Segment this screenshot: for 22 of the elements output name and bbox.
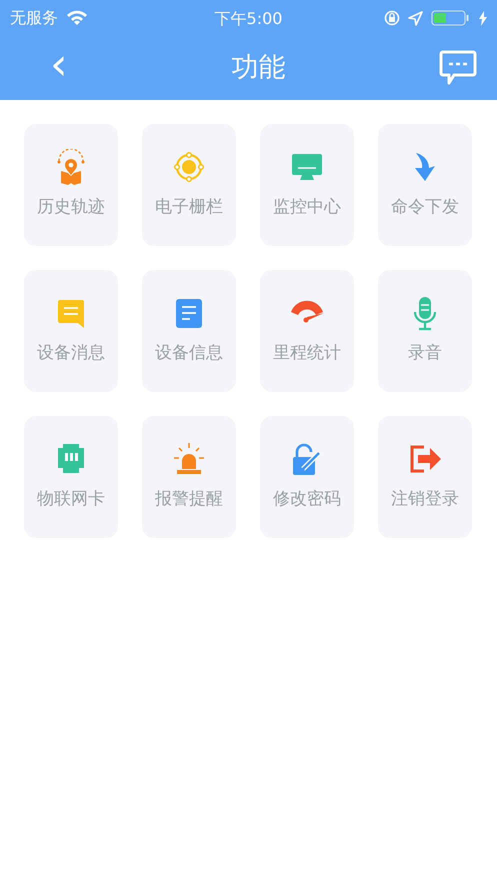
battery-icon <box>431 10 471 26</box>
feature-tile[interactable]: 录音 <box>378 270 472 392</box>
feature-tile[interactable]: 里程统计 <box>260 270 354 392</box>
feature-tile[interactable]: 历史轨迹 <box>24 124 118 246</box>
feature-tile[interactable]: 报警提醒 <box>142 416 236 538</box>
feature-tile[interactable]: 电子栅栏 <box>142 124 236 246</box>
back-button[interactable]: ‹ <box>40 43 78 87</box>
message-button[interactable] <box>438 50 477 86</box>
feature-tile[interactable]: 修改密码 <box>260 416 354 538</box>
rotation-lock-icon <box>384 10 400 26</box>
feature-tile[interactable]: 注销登录 <box>378 416 472 538</box>
clock-text: 下午5:00 <box>214 8 282 30</box>
feature-tile[interactable]: 命令下发 <box>378 124 472 246</box>
location-icon <box>408 10 423 26</box>
feature-tile[interactable]: 监控中心 <box>260 124 354 246</box>
feature-tile[interactable]: 设备消息 <box>24 270 118 392</box>
feature-tile[interactable]: 设备信息 <box>142 270 236 392</box>
feature-tile[interactable]: 物联网卡 <box>24 416 118 538</box>
page-title: 功能 <box>231 50 286 85</box>
carrier-text: 无服务 <box>10 7 58 29</box>
charging-icon <box>479 10 487 26</box>
wifi-icon <box>66 10 88 26</box>
